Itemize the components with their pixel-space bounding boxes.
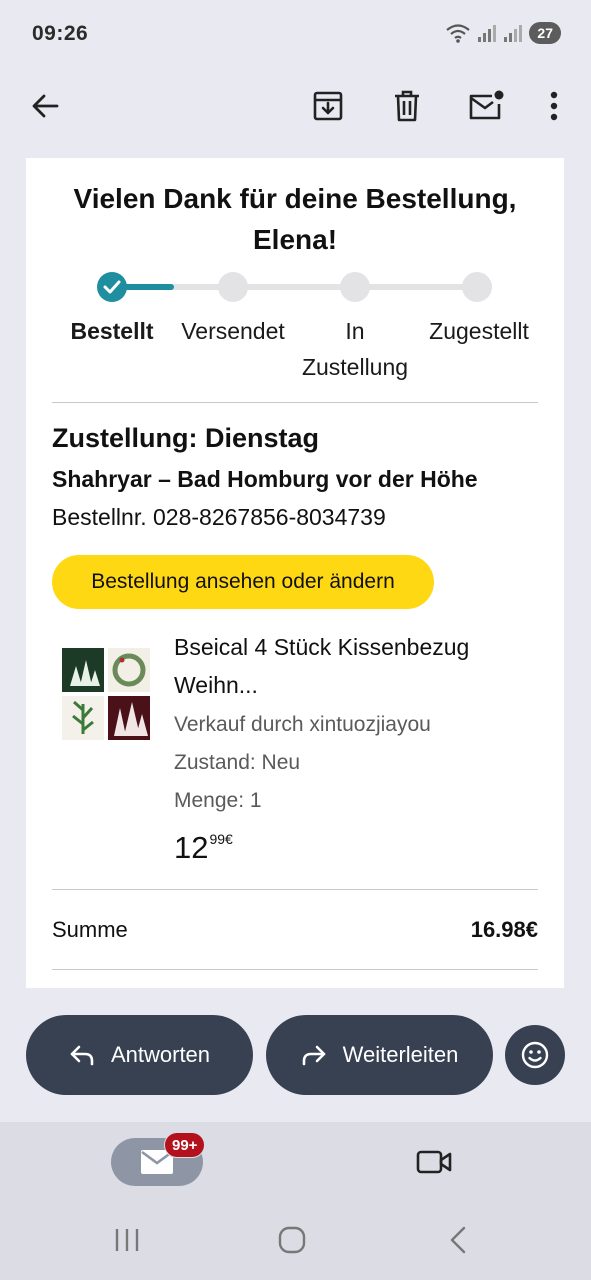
delivery-address: Shahryar – Bad Homburg vor der Höhe: [52, 466, 478, 492]
step-label-out-for-delivery-line2: Zustellung: [301, 354, 409, 380]
step-dot-shipped: [218, 272, 248, 302]
video-icon: [416, 1150, 452, 1174]
action-bar: Antworten Weiterleiten: [0, 988, 591, 1122]
step-label-shipped: Versendet: [181, 318, 285, 344]
order-number: Bestellnr. 028-8267856-8034739: [52, 504, 386, 530]
wifi-icon: [446, 24, 471, 43]
delete-button[interactable]: [383, 82, 431, 130]
forward-button[interactable]: Weiterleiten: [266, 1015, 493, 1095]
divider: [52, 889, 538, 890]
mail-unread-icon: [469, 90, 504, 120]
reply-icon: [70, 1045, 94, 1066]
trash-icon: [395, 90, 419, 122]
step-dot-out-for-delivery: [340, 272, 370, 302]
email-body: Vielen Dank für deine Bestellung, Elena!…: [26, 158, 564, 988]
more-options-button[interactable]: [530, 82, 578, 130]
thanks-heading-line2: Elena!: [252, 224, 338, 255]
product-condition: Zustand: Neu: [174, 751, 301, 774]
archive-button[interactable]: [304, 82, 352, 130]
product-title-line1: Bseical 4 Stück Kissenbezug: [174, 634, 470, 660]
battery-indicator: 27: [529, 22, 561, 44]
forward-label: Weiterleiten: [342, 1042, 459, 1067]
chevron-left-icon: [450, 1226, 466, 1254]
product-title[interactable]: Bseical 4 Stück Kissenbezug Weihn...: [174, 628, 544, 704]
unread-count-badge: 99+: [164, 1132, 206, 1158]
status-time: 09:26: [32, 22, 89, 45]
product-quantity: Menge: 1: [174, 789, 262, 812]
mark-unread-button[interactable]: [462, 82, 510, 130]
step-label-ordered: Bestellt: [70, 318, 154, 344]
home-icon: [278, 1226, 306, 1254]
app-bar: [0, 68, 591, 158]
bottom-nav: 99+: [0, 1122, 591, 1202]
system-nav-bar: [0, 1202, 591, 1280]
recent-apps-button[interactable]: [105, 1218, 149, 1262]
step-label-out-for-delivery: In Zustellung: [288, 313, 422, 385]
check-icon: [103, 280, 121, 294]
recent-apps-icon: [115, 1229, 139, 1251]
divider: [52, 402, 538, 403]
signal-icon: [478, 25, 497, 42]
home-button[interactable]: [270, 1218, 314, 1262]
view-order-button[interactable]: Bestellung ansehen oder ändern: [52, 555, 434, 609]
step-label-out-for-delivery-line1: In: [345, 318, 365, 344]
step-label-delivered: Zugestellt: [429, 318, 529, 344]
step-dot-delivered: [462, 272, 492, 302]
price-whole: 12: [174, 830, 209, 865]
emoji-reaction-button[interactable]: [505, 1025, 565, 1085]
delivery-date: Zustellung: Dienstag: [52, 423, 320, 453]
meet-tab[interactable]: [410, 1140, 458, 1184]
back-button[interactable]: [21, 82, 69, 130]
archive-icon: [313, 91, 343, 121]
product-title-line2: Weihn...: [174, 672, 258, 698]
system-back-button[interactable]: [436, 1218, 480, 1262]
more-vert-icon: [550, 91, 558, 121]
thanks-heading-line1: Vielen Dank für deine Bestellung,: [73, 183, 517, 214]
order-progress-stepper: Bestellt Versendet In Zustellung Zugeste…: [26, 268, 564, 380]
price-cents: 99€: [209, 831, 233, 847]
product-price: 1299€: [174, 830, 233, 866]
status-bar: 09:26 27: [0, 0, 591, 68]
product-seller: Verkauf durch xintuozjiayou: [174, 713, 431, 736]
total-value: 16.98€: [470, 917, 538, 942]
divider: [52, 969, 538, 970]
signal-icon: [504, 25, 523, 42]
forward-icon: [302, 1045, 325, 1066]
total-label: Summe: [52, 917, 128, 942]
arrow-back-icon: [32, 94, 59, 118]
step-dot-ordered: [97, 272, 127, 302]
emoji-reaction-icon: [521, 1041, 549, 1069]
reply-label: Antworten: [110, 1042, 211, 1067]
status-icons: 27: [445, 22, 561, 44]
product-image[interactable]: [62, 648, 150, 740]
reply-button[interactable]: Antworten: [26, 1015, 253, 1095]
thanks-heading: Vielen Dank für deine Bestellung, Elena!: [26, 178, 564, 260]
